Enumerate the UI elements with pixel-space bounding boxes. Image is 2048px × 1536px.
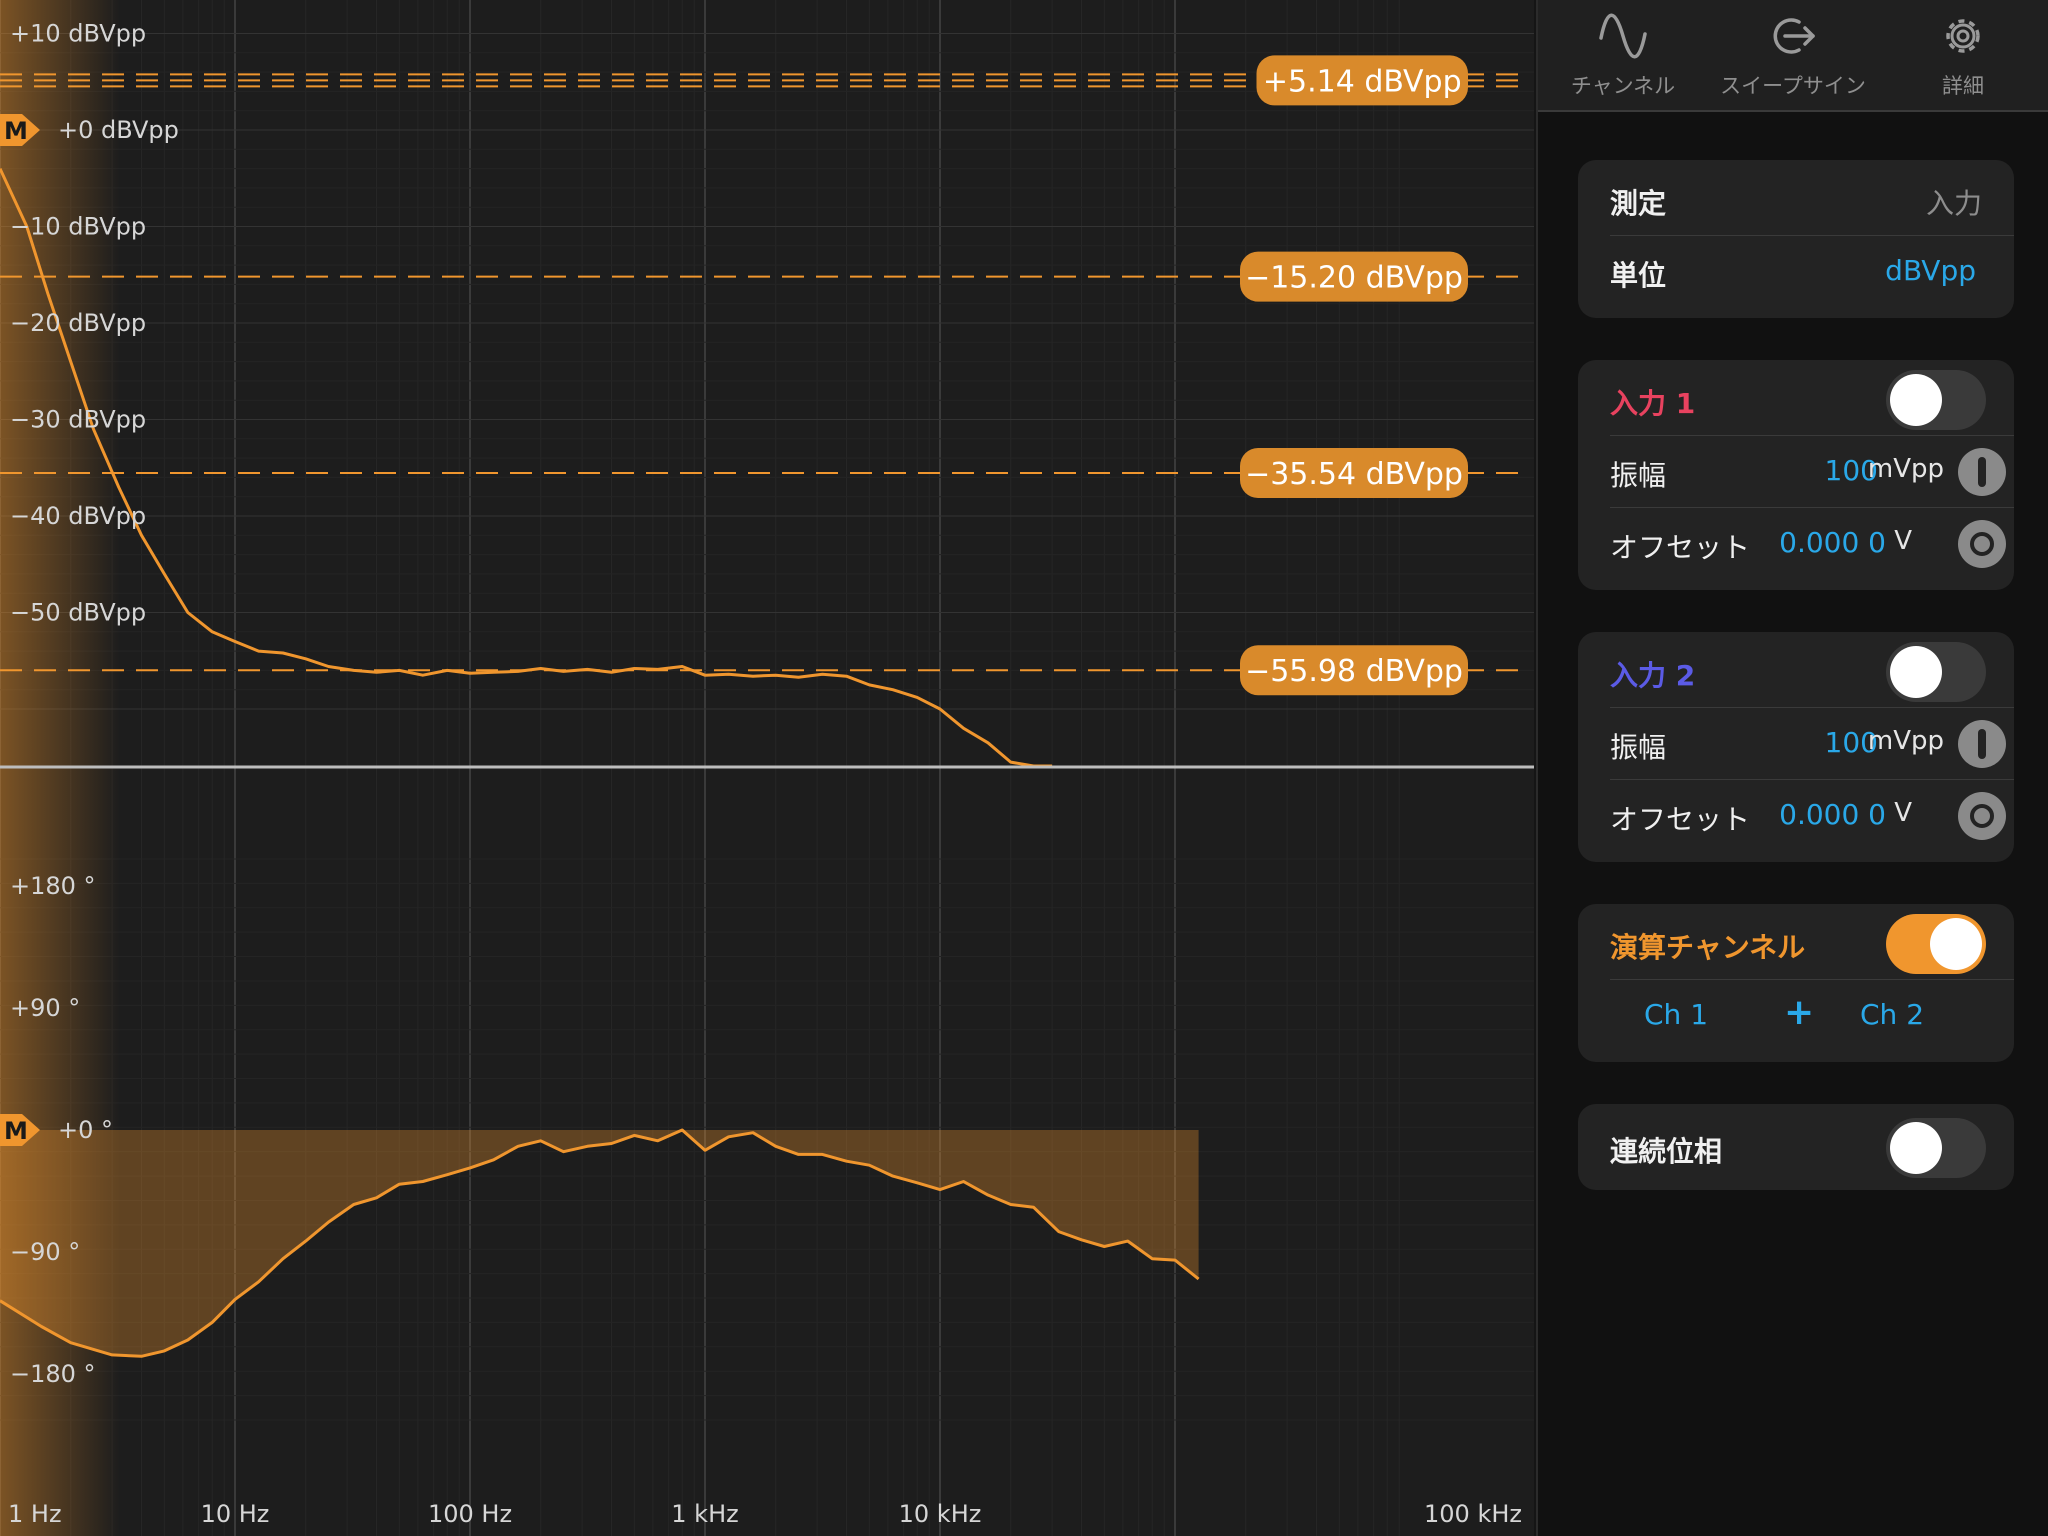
measure-label: 測定	[1610, 187, 1667, 220]
input2-amplitude-knob[interactable]	[1958, 720, 2006, 768]
gear-icon	[1946, 19, 1980, 53]
math-channel-header: 演算チャンネル	[1610, 908, 2014, 980]
tab-channel-label: チャンネル	[1570, 74, 1676, 98]
cursor-value-label: +5.14 dBVpp	[1263, 64, 1462, 99]
input1-offset-value[interactable]: 0.000 0	[1779, 526, 1886, 559]
unit-row[interactable]: 単位 dBVpp	[1610, 236, 2014, 308]
magnitude-marker-label: M	[4, 117, 28, 145]
tab-sweep-sine[interactable]: スイープサイン	[1708, 8, 1878, 100]
bode-plot-svg[interactable]: +5.14 dBVpp −15.20 dBVpp −35.54 dBVpp −55.9…	[0, 0, 1534, 1536]
tab-bar: チャンネル スイープサイン 詳細	[1538, 0, 2048, 112]
input1-offset-row: オフセット 0.000 0 V	[1610, 508, 2014, 580]
sine-wave-icon	[1599, 13, 1647, 59]
measure-row[interactable]: 測定 入力	[1610, 164, 2014, 236]
input2-offset-label: オフセット	[1610, 803, 1751, 836]
cursor-value-label: −15.20 dBVpp	[1245, 261, 1463, 296]
measure-value: 入力	[1925, 187, 1982, 220]
magnitude-axis-label: −40 dBVpp	[10, 502, 146, 530]
input2-offset-value[interactable]: 0.000 0	[1779, 798, 1886, 831]
input2-header: 入力 2	[1610, 636, 2014, 708]
unit-label: 単位	[1610, 259, 1667, 292]
input2-amplitude-row: 振幅 100 mVpp	[1610, 708, 2014, 780]
math-operator[interactable]: +	[1784, 992, 1814, 1033]
magnitude-axis-label: −20 dBVpp	[10, 309, 146, 337]
frequency-axis-label: 1 Hz	[8, 1500, 62, 1528]
input1-offset-label: オフセット	[1610, 531, 1751, 564]
tab-details[interactable]: 詳細	[1878, 8, 2048, 100]
frequency-axis-label: 100 kHz	[1424, 1500, 1522, 1528]
input1-card: 入力 1 振幅 100 mVpp オフセット 0.000 0 V	[1578, 360, 2014, 590]
input1-title: 入力 1	[1610, 387, 1696, 420]
math-operand-a[interactable]: Ch 1	[1644, 998, 1708, 1031]
input1-toggle[interactable]	[1886, 370, 1986, 430]
math-channel-toggle[interactable]	[1886, 914, 1986, 974]
input1-offset-unit: V	[1894, 526, 1912, 556]
phase-axis-label: −180 °	[10, 1360, 96, 1388]
math-expression-row: Ch 1 + Ch 2	[1610, 980, 2014, 1052]
input2-amplitude-unit: mVpp	[1867, 726, 1944, 756]
tab-details-label: 詳細	[1942, 74, 1984, 98]
cursor-value-label: −35.54 dBVpp	[1245, 457, 1463, 492]
cursor-value-label: −55.98 dBVpp	[1245, 654, 1463, 689]
input1-amplitude-unit: mVpp	[1867, 454, 1944, 484]
sweep-out-icon	[1773, 18, 1815, 54]
math-channel-title: 演算チャンネル	[1610, 931, 1806, 964]
input2-card: 入力 2 振幅 100 mVpp オフセット 0.000 0 V	[1578, 632, 2014, 862]
continuous-phase-card: 連続位相	[1578, 1104, 2014, 1190]
continuous-phase-label: 連続位相	[1610, 1135, 1723, 1168]
continuous-phase-row: 連続位相	[1610, 1112, 2014, 1184]
frequency-axis-label: 100 Hz	[428, 1500, 512, 1528]
tab-channel[interactable]: チャンネル	[1538, 8, 1708, 100]
input2-title: 入力 2	[1610, 659, 1696, 692]
magnitude-axis-label: −10 dBVpp	[10, 213, 146, 241]
input1-header: 入力 1	[1610, 364, 2014, 436]
input2-offset-knob[interactable]	[1958, 792, 2006, 840]
phase-marker-label: M	[4, 1117, 28, 1145]
magnitude-trace-line	[0, 167, 1053, 768]
phase-axis-label: +90 °	[10, 994, 80, 1022]
magnitude-axis-label: −30 dBVpp	[10, 406, 146, 434]
math-operand-b[interactable]: Ch 2	[1860, 998, 1924, 1031]
settings-panel: チャンネル スイープサイン 詳細 測定 入力 単位 dBVpp 入力 1 振幅 …	[1536, 0, 2048, 1536]
input2-toggle[interactable]	[1886, 642, 1986, 702]
magnitude-axis-label: +10 dBVpp	[10, 20, 146, 48]
phase-axis-label: +180 °	[10, 872, 96, 900]
continuous-phase-toggle[interactable]	[1886, 1118, 1986, 1178]
frequency-axis-label: 1 kHz	[671, 1500, 738, 1528]
frequency-axis-label: 10 kHz	[899, 1500, 982, 1528]
unit-value: dBVpp	[1885, 254, 1976, 287]
input2-offset-unit: V	[1894, 798, 1912, 828]
measure-card: 測定 入力 単位 dBVpp	[1578, 160, 2014, 318]
magnitude-axis-label: −50 dBVpp	[10, 599, 146, 627]
input2-amplitude-label: 振幅	[1610, 731, 1667, 764]
math-channel-card: 演算チャンネル Ch 1 + Ch 2	[1578, 904, 2014, 1062]
bode-plot-area[interactable]: +5.14 dBVpp −15.20 dBVpp −35.54 dBVpp −55.9…	[0, 0, 1534, 1536]
phase-axis-label: +0 °	[58, 1116, 113, 1144]
input2-offset-row: オフセット 0.000 0 V	[1610, 780, 2014, 852]
input1-amplitude-label: 振幅	[1610, 459, 1667, 492]
input1-offset-knob[interactable]	[1958, 520, 2006, 568]
phase-axis-label: −90 °	[10, 1238, 80, 1266]
input1-amplitude-row: 振幅 100 mVpp	[1610, 436, 2014, 508]
tab-sweep-sine-label: スイープサイン	[1720, 74, 1866, 98]
frequency-axis-label: 10 Hz	[201, 1500, 270, 1528]
magnitude-axis-label: +0 dBVpp	[58, 116, 179, 144]
input1-amplitude-knob[interactable]	[1958, 448, 2006, 496]
